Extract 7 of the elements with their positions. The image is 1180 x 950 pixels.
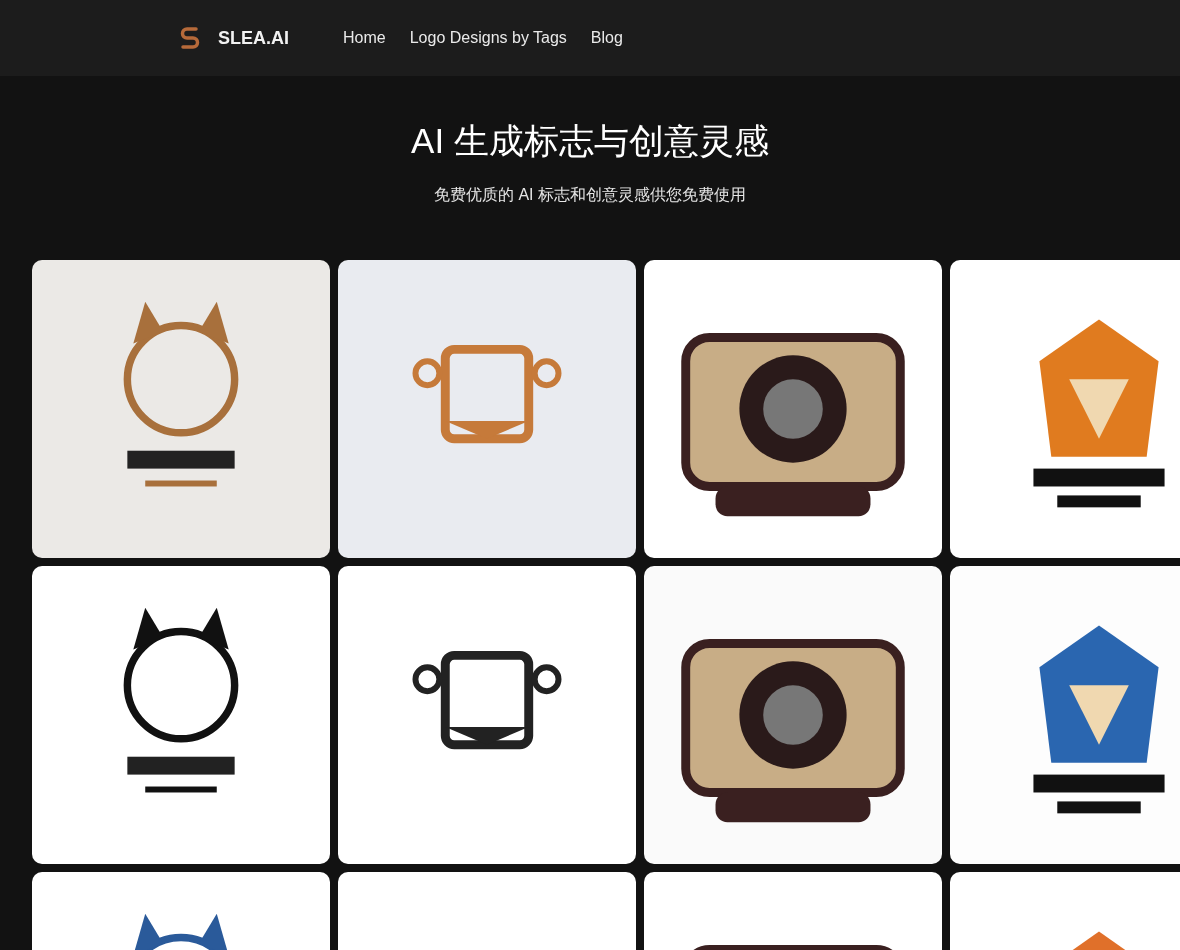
nav-link[interactable]: Home [343,29,386,47]
logo-icon[interactable] [178,25,202,51]
nav-link[interactable]: Blog [590,29,623,47]
brand-name[interactable]: SLEA.AI [218,27,289,49]
page-title: AI 生成标志与创意灵感 [411,120,769,162]
page-subtitle: 免费优质的 AI 标志和创意灵感供您免费使用 [434,185,746,205]
nav-link[interactable]: Logo Designs by Tags [409,29,567,47]
